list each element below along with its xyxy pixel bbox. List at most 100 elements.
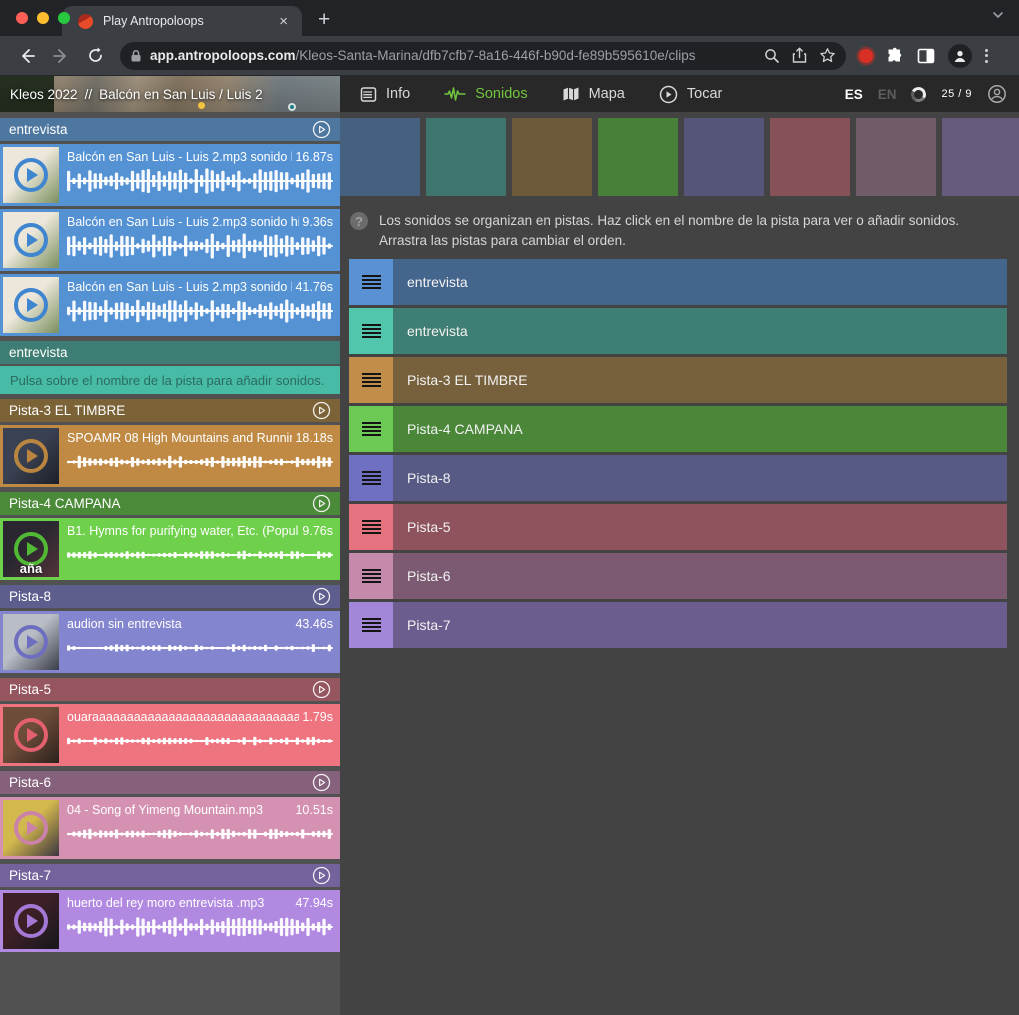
loop-swatch-7[interactable] [856, 118, 936, 196]
nav-tab-info[interactable]: Info [360, 86, 410, 103]
tab-search-chevron-icon[interactable] [991, 8, 1005, 22]
lang-en-button[interactable]: EN [878, 87, 897, 102]
track-row-7[interactable]: Pista-6 [349, 553, 1007, 599]
clip-thumbnail[interactable] [3, 147, 59, 203]
track-header-1[interactable]: entrevista [0, 118, 340, 141]
share-icon[interactable] [792, 47, 807, 64]
clip-play-icon[interactable] [14, 904, 48, 938]
clip-thumbnail[interactable] [3, 707, 59, 763]
extensions-puzzle-icon[interactable] [886, 47, 904, 65]
lang-es-button[interactable]: ES [845, 87, 863, 102]
track-row-label[interactable]: entrevista [393, 308, 1007, 354]
clip-item[interactable]: SPOAMR 08 High Mountains and Running ...… [0, 425, 340, 487]
clip-play-icon[interactable] [14, 439, 48, 473]
clip-item[interactable]: huerto del rey moro entrevista .mp347.94… [0, 890, 340, 952]
breadcrumb-project[interactable]: Kleos 2022 [10, 87, 78, 102]
track-header-7[interactable]: Pista-6 [0, 771, 340, 794]
clip-play-icon[interactable] [14, 223, 48, 257]
clip-thumbnail[interactable] [3, 893, 59, 949]
track-row-label[interactable]: entrevista [393, 259, 1007, 305]
zoom-level-icon[interactable] [764, 48, 780, 64]
track-header-3[interactable]: Pista-3 EL TIMBRE [0, 399, 340, 422]
play-track-button[interactable] [312, 773, 331, 792]
track-row-label[interactable]: Pista-4 CAMPANA [393, 406, 1007, 452]
clip-item[interactable]: 04 - Song of Yimeng Mountain.mp310.51s [0, 797, 340, 859]
track-row-label[interactable]: Pista-6 [393, 553, 1007, 599]
drag-handle[interactable] [349, 602, 393, 648]
track-header-2[interactable]: entrevista [0, 341, 340, 364]
clip-play-icon[interactable] [14, 811, 48, 845]
breadcrumb[interactable]: Kleos 2022 // Balcón en San Luis / Luis … [0, 87, 340, 102]
nav-tab-tocar[interactable]: Tocar [659, 85, 722, 104]
play-track-button[interactable] [312, 866, 331, 885]
browser-menu-icon[interactable] [985, 49, 988, 63]
profile-avatar[interactable] [948, 44, 972, 68]
track-row-5[interactable]: Pista-8 [349, 455, 1007, 501]
track-row-6[interactable]: Pista-5 [349, 504, 1007, 550]
drag-handle[interactable] [349, 308, 393, 354]
loop-swatch-5[interactable] [684, 118, 764, 196]
window-zoom-button[interactable] [58, 12, 70, 24]
loop-swatch-1[interactable] [340, 118, 420, 196]
new-tab-button[interactable]: + [318, 8, 330, 36]
track-row-2[interactable]: entrevista [349, 308, 1007, 354]
reload-button[interactable] [81, 42, 109, 70]
play-track-button[interactable] [312, 494, 331, 513]
track-row-label[interactable]: Pista-7 [393, 602, 1007, 648]
clip-item[interactable]: Balcón en San Luis - Luis 2.mp3 sonido h… [0, 144, 340, 206]
drag-handle[interactable] [349, 455, 393, 501]
clip-thumbnail[interactable] [3, 428, 59, 484]
clip-play-icon[interactable] [14, 288, 48, 322]
account-icon[interactable] [987, 84, 1007, 104]
loop-swatch-8[interactable] [942, 118, 1019, 196]
track-header-6[interactable]: Pista-5 [0, 678, 340, 701]
clip-thumbnail[interactable] [3, 800, 59, 856]
nav-tab-sonidos[interactable]: Sonidos [444, 86, 527, 102]
track-row-8[interactable]: Pista-7 [349, 602, 1007, 648]
forward-button[interactable] [47, 42, 75, 70]
window-minimize-button[interactable] [37, 12, 49, 24]
side-panel-icon[interactable] [917, 47, 935, 65]
clip-thumbnail[interactable] [3, 212, 59, 268]
track-header-5[interactable]: Pista-8 [0, 585, 340, 608]
nav-tab-mapa[interactable]: Mapa [562, 86, 625, 102]
track-header-8[interactable]: Pista-7 [0, 864, 340, 887]
loop-swatch-4[interactable] [598, 118, 678, 196]
tab-close-icon[interactable]: × [275, 13, 292, 30]
drag-handle[interactable] [349, 259, 393, 305]
clip-play-icon[interactable] [14, 158, 48, 192]
clip-item[interactable]: audion sin entrevista43.46s [0, 611, 340, 673]
play-track-button[interactable] [312, 587, 331, 606]
loop-swatch-3[interactable] [512, 118, 592, 196]
track-header-4[interactable]: Pista-4 CAMPANA [0, 492, 340, 515]
loop-swatch-6[interactable] [770, 118, 850, 196]
track-row-1[interactable]: entrevista [349, 259, 1007, 305]
clip-item[interactable]: añaB1. Hymns for purifying water, Etc. (… [0, 518, 340, 580]
url-bar[interactable]: app.antropoloops.com/Kleos-Santa-Marina/… [120, 42, 846, 70]
drag-handle[interactable] [349, 357, 393, 403]
clip-item[interactable]: Balcón en San Luis - Luis 2.mp3 sonido h… [0, 209, 340, 271]
recording-extension-icon[interactable] [859, 49, 873, 63]
play-track-button[interactable] [312, 680, 331, 699]
track-row-4[interactable]: Pista-4 CAMPANA [349, 406, 1007, 452]
clip-play-icon[interactable] [14, 625, 48, 659]
clip-item[interactable]: ouaraaaaaaaaaaaaaaaaaaaaaaaaaaaaaaaaa...… [0, 704, 340, 766]
play-track-button[interactable] [312, 120, 331, 139]
clip-thumbnail[interactable] [3, 277, 59, 333]
track-row-3[interactable]: Pista-3 EL TIMBRE [349, 357, 1007, 403]
clip-play-icon[interactable] [14, 718, 48, 752]
clip-item[interactable]: Balcón en San Luis - Luis 2.mp3 sonido h… [0, 274, 340, 336]
bookmark-star-icon[interactable] [819, 47, 836, 64]
drag-handle[interactable] [349, 504, 393, 550]
track-row-label[interactable]: Pista-3 EL TIMBRE [393, 357, 1007, 403]
track-row-label[interactable]: Pista-5 [393, 504, 1007, 550]
back-button[interactable] [13, 42, 41, 70]
browser-tab[interactable]: Play Antropoloops × [62, 6, 302, 36]
clip-thumbnail[interactable] [3, 614, 59, 670]
drag-handle[interactable] [349, 553, 393, 599]
drag-handle[interactable] [349, 406, 393, 452]
track-row-label[interactable]: Pista-8 [393, 455, 1007, 501]
clip-thumbnail[interactable]: aña [3, 521, 59, 577]
loop-swatch-2[interactable] [426, 118, 506, 196]
play-track-button[interactable] [312, 401, 331, 420]
